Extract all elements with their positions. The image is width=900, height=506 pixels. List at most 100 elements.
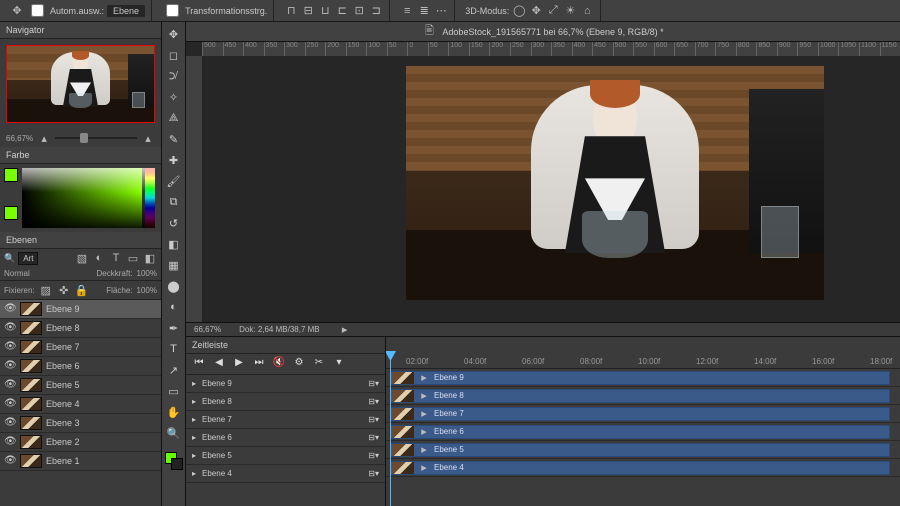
track-menu-icon[interactable]: ⊟▾ xyxy=(368,379,379,388)
hand-tool[interactable]: ✋ xyxy=(165,404,183,420)
brush-tool[interactable]: 🖌 xyxy=(165,173,183,189)
align-right-icon[interactable]: ⊐ xyxy=(369,4,383,18)
move-tool[interactable]: ✥ xyxy=(165,26,183,42)
status-chevron-icon[interactable]: ▸ xyxy=(338,323,352,337)
zoom-in-icon[interactable]: ▴ xyxy=(141,131,155,145)
layer-row[interactable]: 👁Ebene 8 xyxy=(0,319,161,338)
timeline-track[interactable]: ▸Ebene 4⊟▾ xyxy=(186,465,385,483)
play-icon[interactable]: ▶ xyxy=(232,357,246,371)
chevron-right-icon[interactable]: ▸ xyxy=(192,397,196,406)
lock-position-icon[interactable]: ✜ xyxy=(57,283,71,297)
align-top-icon[interactable]: ⊓ xyxy=(284,4,298,18)
filter-smart-icon[interactable]: ◧ xyxy=(143,251,157,265)
color-picker[interactable] xyxy=(22,168,155,228)
mute-icon[interactable]: 🔇 xyxy=(272,357,286,371)
align-vcenter-icon[interactable]: ⊟ xyxy=(301,4,315,18)
canvas-area[interactable]: 5004504003503002502001501005005010015020… xyxy=(186,42,900,322)
video-clip[interactable]: ▸Ebene 9 xyxy=(390,371,890,385)
history-brush-tool[interactable]: ↺ xyxy=(165,215,183,231)
track-menu-icon[interactable]: ⊟▾ xyxy=(368,469,379,478)
visibility-icon[interactable]: 👁 xyxy=(4,303,16,315)
visibility-icon[interactable]: 👁 xyxy=(4,379,16,391)
visibility-icon[interactable]: 👁 xyxy=(4,360,16,372)
timeline-track[interactable]: ▸Ebene 5⊟▾ xyxy=(186,447,385,465)
transition-icon[interactable]: ▾ xyxy=(332,357,346,371)
track-menu-icon[interactable]: ⊟▾ xyxy=(368,397,379,406)
opacity-value[interactable]: 100% xyxy=(137,269,157,278)
document-tab[interactable]: 🖹 AdobeStock_191565771 bei 66,7% (Ebene … xyxy=(186,22,900,42)
prev-frame-icon[interactable]: ◀ xyxy=(212,357,226,371)
scale-icon[interactable]: ⤢ xyxy=(546,4,560,18)
dist-2-icon[interactable]: ≣ xyxy=(417,4,431,18)
wand-tool[interactable]: ✧ xyxy=(165,89,183,105)
lock-all-icon[interactable]: 🔒 xyxy=(75,283,89,297)
dist-1-icon[interactable]: ≡ xyxy=(400,4,414,18)
clip-chevron-icon[interactable]: ▸ xyxy=(417,443,431,457)
navigator-thumbnail[interactable] xyxy=(6,45,155,123)
layer-row[interactable]: 👁Ebene 7 xyxy=(0,338,161,357)
chevron-right-icon[interactable]: ▸ xyxy=(192,379,196,388)
video-clip[interactable]: ▸Ebene 8 xyxy=(390,389,890,403)
visibility-icon[interactable]: 👁 xyxy=(4,455,16,467)
eyedropper-tool[interactable]: ✎ xyxy=(165,131,183,147)
align-left-icon[interactable]: ⊏ xyxy=(335,4,349,18)
bg-swatch[interactable] xyxy=(4,206,18,220)
clip-chevron-icon[interactable]: ▸ xyxy=(417,389,431,403)
blur-tool[interactable]: ⬤ xyxy=(165,278,183,294)
color-swatches[interactable] xyxy=(165,452,183,470)
filter-adjust-icon[interactable]: ◐ xyxy=(92,251,106,265)
layer-filter[interactable]: Art xyxy=(18,252,38,265)
playhead[interactable] xyxy=(390,351,391,506)
filter-pixel-icon[interactable]: ▧ xyxy=(75,251,89,265)
chevron-right-icon[interactable]: ▸ xyxy=(192,451,196,460)
lasso-tool[interactable]: ⟉ xyxy=(165,68,183,84)
more-icon[interactable]: ⋯ xyxy=(434,4,448,18)
timeline-ruler[interactable]: 02:00f04:00f06:00f08:00f10:00f12:00f14:0… xyxy=(386,337,900,369)
layer-row[interactable]: 👁Ebene 2 xyxy=(0,433,161,452)
next-frame-icon[interactable]: ⏭ xyxy=(252,357,266,371)
chevron-right-icon[interactable]: ▸ xyxy=(192,415,196,424)
clip-chevron-icon[interactable]: ▸ xyxy=(417,461,431,475)
visibility-icon[interactable]: 👁 xyxy=(4,341,16,353)
blend-mode[interactable]: Normal xyxy=(4,269,62,278)
light-icon[interactable]: ☀ xyxy=(563,4,577,18)
transform-checkbox[interactable] xyxy=(166,4,179,17)
fg-swatch[interactable] xyxy=(4,168,18,182)
video-clip[interactable]: ▸Ebene 7 xyxy=(390,407,890,421)
layer-row[interactable]: 👁Ebene 3 xyxy=(0,414,161,433)
visibility-icon[interactable]: 👁 xyxy=(4,417,16,429)
align-hcenter-icon[interactable]: ⊡ xyxy=(352,4,366,18)
timeline-track[interactable]: ▸Ebene 7⊟▾ xyxy=(186,411,385,429)
timeline-track[interactable]: ▸Ebene 8⊟▾ xyxy=(186,393,385,411)
visibility-icon[interactable]: 👁 xyxy=(4,436,16,448)
type-tool[interactable]: T xyxy=(165,341,183,357)
eraser-tool[interactable]: ◧ xyxy=(165,236,183,252)
pan-icon[interactable]: ✥ xyxy=(529,4,543,18)
chevron-right-icon[interactable]: ▸ xyxy=(192,469,196,478)
shape-tool[interactable]: ▭ xyxy=(165,383,183,399)
timeline-track[interactable]: ▸Ebene 9⊟▾ xyxy=(186,375,385,393)
chevron-right-icon[interactable]: ▸ xyxy=(192,433,196,442)
camera-icon[interactable]: ⌂ xyxy=(580,4,594,18)
gradient-tool[interactable]: ▦ xyxy=(165,257,183,273)
heal-tool[interactable]: ✚ xyxy=(165,152,183,168)
marquee-tool[interactable]: ◻ xyxy=(165,47,183,63)
filter-type-icon[interactable]: T xyxy=(109,251,123,265)
visibility-icon[interactable]: 👁 xyxy=(4,322,16,334)
layer-row[interactable]: 👁Ebene 1 xyxy=(0,452,161,471)
split-icon[interactable]: ✂ xyxy=(312,357,326,371)
visibility-icon[interactable]: 👁 xyxy=(4,398,16,410)
track-menu-icon[interactable]: ⊟▾ xyxy=(368,415,379,424)
pen-tool[interactable]: ✒ xyxy=(165,320,183,336)
canvas[interactable] xyxy=(406,66,824,300)
settings-icon[interactable]: ⚙ xyxy=(292,357,306,371)
zoom-out-icon[interactable]: ▴ xyxy=(37,131,51,145)
stamp-tool[interactable]: ⧉ xyxy=(165,194,183,210)
layer-row[interactable]: 👁Ebene 6 xyxy=(0,357,161,376)
video-clip[interactable]: ▸Ebene 5 xyxy=(390,443,890,457)
layer-row[interactable]: 👁Ebene 9 xyxy=(0,300,161,319)
layer-row[interactable]: 👁Ebene 4 xyxy=(0,395,161,414)
clip-chevron-icon[interactable]: ▸ xyxy=(417,407,431,421)
layer-row[interactable]: 👁Ebene 5 xyxy=(0,376,161,395)
auto-select-checkbox[interactable] xyxy=(31,4,44,17)
